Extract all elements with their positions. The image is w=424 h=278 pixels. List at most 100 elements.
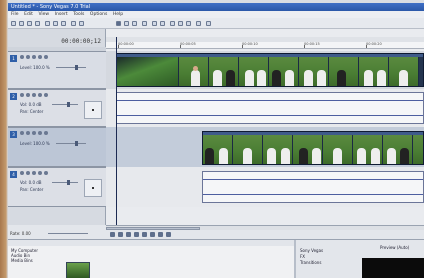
save-as-icon[interactable]	[35, 21, 40, 26]
lock-envelopes-icon[interactable]	[178, 21, 183, 26]
envelope-tool-icon[interactable]	[124, 21, 129, 26]
explorer-panel: My Computer Audio Bin Media Bins	[8, 240, 294, 278]
panel-item[interactable]: Sony Vegas	[300, 248, 323, 253]
selection-tool-icon[interactable]	[132, 21, 137, 26]
track-lane-3[interactable]	[106, 127, 424, 167]
preview-panel: Sony Vegas FX Transitions Preview (Auto)	[296, 240, 424, 278]
playhead-cursor[interactable]	[116, 37, 117, 225]
record-icon[interactable]	[110, 232, 115, 237]
ruler-tick	[366, 45, 367, 48]
motion-blur-icon[interactable]	[26, 55, 30, 59]
mute-icon[interactable]	[38, 55, 42, 59]
menu-options[interactable]: Options	[90, 11, 107, 18]
menu-view[interactable]: View	[38, 11, 49, 18]
menu-file[interactable]: File	[11, 11, 19, 18]
media-thumbnail[interactable]	[66, 262, 90, 278]
rate-slider[interactable]	[48, 233, 88, 234]
solo-icon[interactable]	[44, 93, 48, 97]
solo-icon[interactable]	[44, 131, 48, 135]
loop-icon[interactable]	[118, 232, 123, 237]
auto-ripple-icon[interactable]	[170, 21, 175, 26]
time-ruler[interactable]: 00:00:00 00:00:05 00:00:10 00:00:15 00:0…	[106, 42, 424, 49]
invert-phase-icon[interactable]	[26, 93, 30, 97]
thumbnail-frame	[383, 135, 413, 164]
solo-icon[interactable]	[44, 171, 48, 175]
fx-icon[interactable]	[32, 171, 36, 175]
level-slider[interactable]	[56, 141, 86, 146]
level-slider[interactable]	[56, 65, 86, 70]
mute-icon[interactable]	[38, 171, 42, 175]
pan-control[interactable]	[84, 179, 102, 197]
panel-item[interactable]: FX	[300, 254, 305, 259]
mute-icon[interactable]	[38, 131, 42, 135]
track-lane-2[interactable]	[106, 89, 424, 127]
panel-item[interactable]: Transitions	[300, 260, 321, 265]
pause-icon[interactable]	[142, 232, 147, 237]
audio-clip[interactable]	[116, 92, 424, 124]
ignore-grouping-icon[interactable]	[186, 21, 191, 26]
thumbnail-frame	[323, 135, 353, 164]
composite-mode-icon[interactable]	[20, 55, 24, 59]
normal-edit-tool-icon[interactable]	[116, 21, 121, 26]
ruler-mark: 00:00:05	[180, 42, 196, 46]
preview-quality-label[interactable]: Preview (Auto)	[380, 245, 409, 250]
fx-icon[interactable]	[32, 93, 36, 97]
menu-edit[interactable]: Edit	[24, 11, 33, 18]
composite-mode-icon[interactable]	[20, 131, 24, 135]
title-bar: Untitled * - Sony Vegas 7.0 Trial	[8, 3, 424, 11]
auto-crossfade-icon[interactable]	[160, 21, 165, 26]
mute-icon[interactable]	[38, 93, 42, 97]
track-header-2[interactable]: 2 Vol: 0.0 dB Pan: Center	[8, 89, 106, 127]
player-figure	[285, 70, 294, 86]
video-clip[interactable]	[202, 131, 424, 165]
player-figure	[219, 148, 228, 164]
fx-icon[interactable]	[32, 131, 36, 135]
go-to-end-icon[interactable]	[166, 232, 171, 237]
arm-record-icon[interactable]	[20, 93, 24, 97]
motion-blur-icon[interactable]	[26, 131, 30, 135]
menu-insert[interactable]: Insert	[55, 11, 68, 18]
video-clip[interactable]	[116, 53, 424, 87]
track-header-3[interactable]: 3 Level: 100.0 %	[8, 127, 106, 167]
play-from-start-icon[interactable]	[126, 232, 131, 237]
help-icon[interactable]	[206, 21, 211, 26]
ruler-tick	[242, 45, 243, 48]
volume-slider[interactable]	[52, 102, 78, 107]
timeline[interactable]: 00:00:00 00:00:05 00:00:10 00:00:15 00:0…	[106, 29, 424, 225]
pan-control[interactable]	[84, 101, 102, 119]
cut-icon[interactable]	[45, 21, 50, 26]
snapping-icon[interactable]	[152, 21, 157, 26]
invert-phase-icon[interactable]	[26, 171, 30, 175]
open-icon[interactable]	[19, 21, 24, 26]
redo-icon[interactable]	[79, 21, 84, 26]
tree-item[interactable]: Media Bins	[11, 258, 38, 263]
menu-help[interactable]: Help	[113, 11, 123, 18]
track-header-4[interactable]: 4 Vol: 0.0 dB Pan: Center	[8, 167, 106, 207]
menu-tools[interactable]: Tools	[73, 11, 84, 18]
explorer-toolbar	[8, 240, 294, 246]
zoom-tool-icon[interactable]	[142, 21, 147, 26]
audio-clip[interactable]	[202, 171, 424, 203]
new-icon[interactable]	[11, 21, 16, 26]
player-figure	[226, 70, 235, 86]
volume-slider[interactable]	[52, 180, 78, 185]
play-icon[interactable]	[134, 232, 139, 237]
track-header-1[interactable]: 1 Level: 100.0 %	[8, 51, 106, 89]
properties-icon[interactable]	[196, 21, 201, 26]
track-lane-4[interactable]	[106, 167, 424, 207]
paste-icon[interactable]	[61, 21, 66, 26]
save-icon[interactable]	[27, 21, 32, 26]
player-figure	[257, 70, 266, 86]
solo-icon[interactable]	[44, 55, 48, 59]
player-figure	[371, 148, 380, 164]
copy-icon[interactable]	[53, 21, 58, 26]
undo-icon[interactable]	[71, 21, 76, 26]
player-figure	[191, 70, 200, 86]
go-to-start-icon[interactable]	[158, 232, 163, 237]
arm-record-icon[interactable]	[20, 171, 24, 175]
fx-icon[interactable]	[32, 55, 36, 59]
pan-label: Pan: Center	[20, 187, 44, 192]
stop-icon[interactable]	[150, 232, 155, 237]
track-lane-1[interactable]	[106, 51, 424, 89]
player-figure	[333, 148, 342, 164]
